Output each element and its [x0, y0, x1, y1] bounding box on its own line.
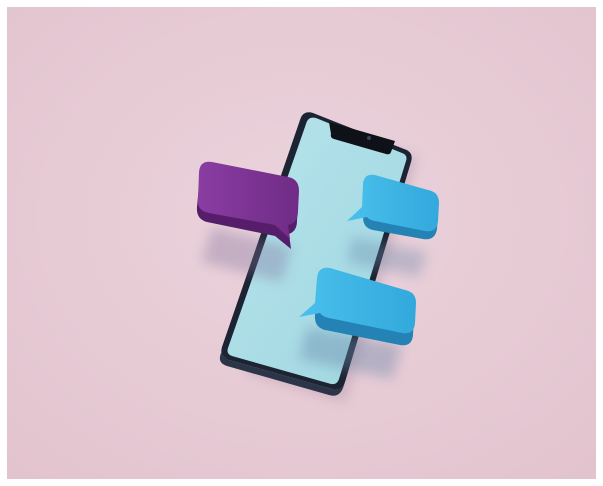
scene-svg [7, 7, 596, 479]
image-frame [0, 0, 603, 486]
camera-dot [367, 136, 371, 140]
photo-scene [7, 7, 596, 479]
